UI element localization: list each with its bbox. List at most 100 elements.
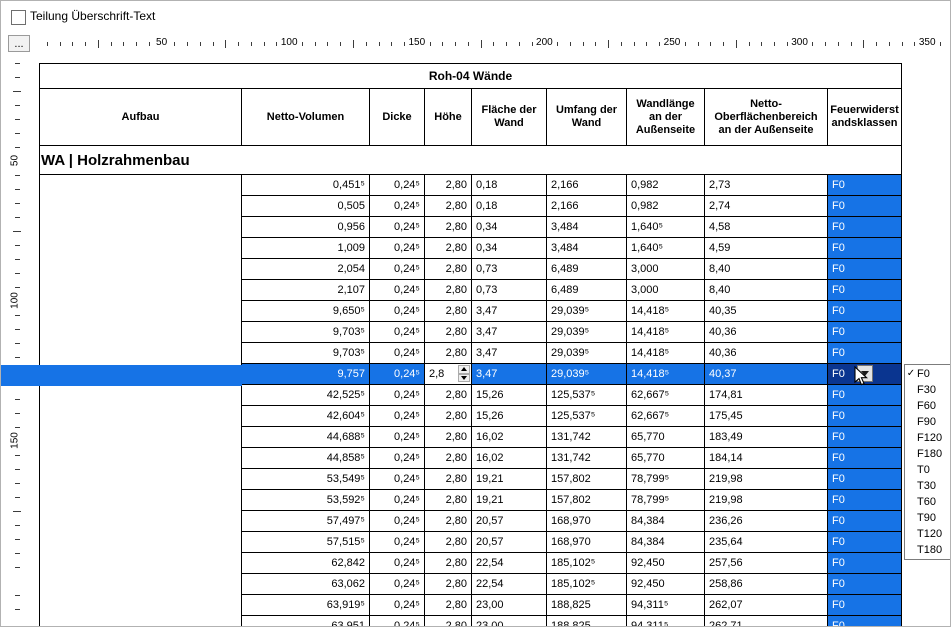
cell-flaeche[interactable]: 19,21	[472, 490, 547, 511]
cell-hoehe[interactable]: 2,80	[425, 385, 472, 406]
cell-flaeche[interactable]: 22,54	[472, 553, 547, 574]
cell-wandlaenge[interactable]: 84,384	[627, 532, 705, 553]
cell-wandlaenge[interactable]: 14,418⁵	[627, 301, 705, 322]
cell-flaeche[interactable]: 23,00	[472, 595, 547, 616]
cell-flaeche[interactable]: 20,57	[472, 532, 547, 553]
cell-dicke[interactable]: 0,24⁵	[370, 343, 425, 364]
cell-hoehe[interactable]: 2,80	[425, 343, 472, 364]
cell-wandlaenge[interactable]: 78,799⁵	[627, 469, 705, 490]
cell-oberflaeche[interactable]: 262,71	[705, 616, 828, 627]
cell-wandlaenge[interactable]: 62,667⁵	[627, 385, 705, 406]
cell-wandlaenge[interactable]: 92,450	[627, 574, 705, 595]
cell-netto-volumen[interactable]: 57,497⁵	[242, 511, 370, 532]
cell-dicke[interactable]: 0,24⁵	[370, 511, 425, 532]
cell-flaeche[interactable]: 22,54	[472, 574, 547, 595]
cell-flaeche[interactable]: 3,47	[472, 322, 547, 343]
cell-hoehe[interactable]: 2,80	[425, 301, 472, 322]
cell-dicke[interactable]: 0,24⁵	[370, 196, 425, 217]
cell-hoehe[interactable]: 2,80	[425, 196, 472, 217]
cell-feuerwiderstand[interactable]: F0	[828, 595, 902, 616]
cell-dicke[interactable]: 0,24⁵	[370, 427, 425, 448]
cell-hoehe[interactable]: 2,80	[425, 175, 472, 196]
cell-hoehe[interactable]: 2,80	[425, 532, 472, 553]
cell-netto-volumen[interactable]: 9,703⁵	[242, 343, 370, 364]
cell-feuerwiderstand[interactable]: F0	[828, 385, 902, 406]
teilung-checkbox[interactable]	[11, 10, 26, 25]
spin-up-button[interactable]	[458, 365, 470, 374]
cell-netto-volumen[interactable]: 9,703⁵	[242, 322, 370, 343]
cell-oberflaeche[interactable]: 4,59	[705, 238, 828, 259]
cell-oberflaeche[interactable]: 40,37	[705, 364, 828, 385]
cell-hoehe[interactable]: 2,80	[425, 448, 472, 469]
cell-netto-volumen[interactable]: 44,688⁵	[242, 427, 370, 448]
cell-oberflaeche[interactable]: 219,98	[705, 490, 828, 511]
cell-feuerwiderstand[interactable]: F0	[828, 343, 902, 364]
dropdown-option[interactable]: T120	[905, 526, 951, 542]
cell-umfang[interactable]: 125,537⁵	[547, 385, 627, 406]
cell-feuerwiderstand[interactable]: F0	[828, 196, 902, 217]
cell-flaeche[interactable]: 3,47	[472, 343, 547, 364]
cell-hoehe[interactable]: 2,80	[425, 280, 472, 301]
cell-dicke[interactable]: 0,24⁵	[370, 238, 425, 259]
cell-dicke[interactable]: 0,24⁵	[370, 532, 425, 553]
cell-flaeche[interactable]: 0,18	[472, 196, 547, 217]
cell-oberflaeche[interactable]: 219,98	[705, 469, 828, 490]
cell-dicke[interactable]: 0,24⁵	[370, 490, 425, 511]
cell-flaeche[interactable]: 0,34	[472, 217, 547, 238]
cell-wandlaenge[interactable]: 62,667⁵	[627, 406, 705, 427]
cell-umfang[interactable]: 188,825	[547, 595, 627, 616]
cell-umfang[interactable]: 6,489	[547, 259, 627, 280]
cell-flaeche[interactable]: 3,47	[472, 364, 547, 385]
cell-umfang[interactable]: 131,742	[547, 427, 627, 448]
cell-flaeche[interactable]: 0,34	[472, 238, 547, 259]
cell-dicke[interactable]: 0,24⁵	[370, 322, 425, 343]
cell-wandlaenge[interactable]: 94,311⁵	[627, 595, 705, 616]
hoehe-editor-value[interactable]: 2,8	[429, 368, 444, 380]
cell-wandlaenge[interactable]: 14,418⁵	[627, 322, 705, 343]
cell-oberflaeche[interactable]: 40,36	[705, 322, 828, 343]
cell-hoehe[interactable]: 2,80	[425, 322, 472, 343]
cell-dicke[interactable]: 0,24⁵	[370, 406, 425, 427]
cell-oberflaeche[interactable]: 258,86	[705, 574, 828, 595]
cell-hoehe[interactable]: 2,80	[425, 406, 472, 427]
cell-netto-volumen[interactable]: 53,549⁵	[242, 469, 370, 490]
cell-umfang[interactable]: 131,742	[547, 448, 627, 469]
cell-wandlaenge[interactable]: 3,000	[627, 259, 705, 280]
cell-aufbau[interactable]	[40, 175, 242, 627]
cell-umfang[interactable]: 125,537⁵	[547, 406, 627, 427]
cell-feuerwiderstand[interactable]: F0	[828, 574, 902, 595]
cell-dicke[interactable]: 0,24⁵	[370, 469, 425, 490]
ruler-overflow-button[interactable]: ...	[8, 35, 30, 52]
cell-hoehe[interactable]: 2,80	[425, 574, 472, 595]
cell-feuerwiderstand[interactable]: F0	[828, 259, 902, 280]
cell-dicke[interactable]: 0,24⁵	[370, 259, 425, 280]
cell-umfang[interactable]: 29,039⁵	[547, 301, 627, 322]
dropdown-option[interactable]: F120	[905, 430, 951, 446]
cell-flaeche[interactable]: 15,26	[472, 385, 547, 406]
cell-umfang[interactable]: 168,970	[547, 511, 627, 532]
cell-wandlaenge[interactable]: 65,770	[627, 427, 705, 448]
cell-dicke[interactable]: 0,24⁵	[370, 280, 425, 301]
cell-feuerwiderstand[interactable]: F0	[828, 490, 902, 511]
cell-wandlaenge[interactable]: 78,799⁵	[627, 490, 705, 511]
cell-dicke[interactable]: 0,24⁵	[370, 364, 425, 385]
cell-netto-volumen[interactable]: 44,858⁵	[242, 448, 370, 469]
cell-oberflaeche[interactable]: 8,40	[705, 280, 828, 301]
cell-umfang[interactable]: 29,039⁵	[547, 322, 627, 343]
cell-flaeche[interactable]: 15,26	[472, 406, 547, 427]
dropdown-option[interactable]: F30	[905, 382, 951, 398]
cell-flaeche[interactable]: 23,00	[472, 616, 547, 627]
cell-dicke[interactable]: 0,24⁵	[370, 595, 425, 616]
cell-umfang[interactable]: 3,484	[547, 217, 627, 238]
cell-netto-volumen[interactable]: 63,919⁵	[242, 595, 370, 616]
cell-oberflaeche[interactable]: 40,35	[705, 301, 828, 322]
cell-dicke[interactable]: 0,24⁵	[370, 448, 425, 469]
cell-flaeche[interactable]: 0,18	[472, 175, 547, 196]
cell-netto-volumen[interactable]: 57,515⁵	[242, 532, 370, 553]
cell-feuerwiderstand[interactable]: F0	[828, 322, 902, 343]
cell-netto-volumen[interactable]: 0,505	[242, 196, 370, 217]
cell-dicke[interactable]: 0,24⁵	[370, 616, 425, 627]
cell-flaeche[interactable]: 20,57	[472, 511, 547, 532]
cell-oberflaeche[interactable]: 4,58	[705, 217, 828, 238]
cell-umfang[interactable]: 6,489	[547, 280, 627, 301]
